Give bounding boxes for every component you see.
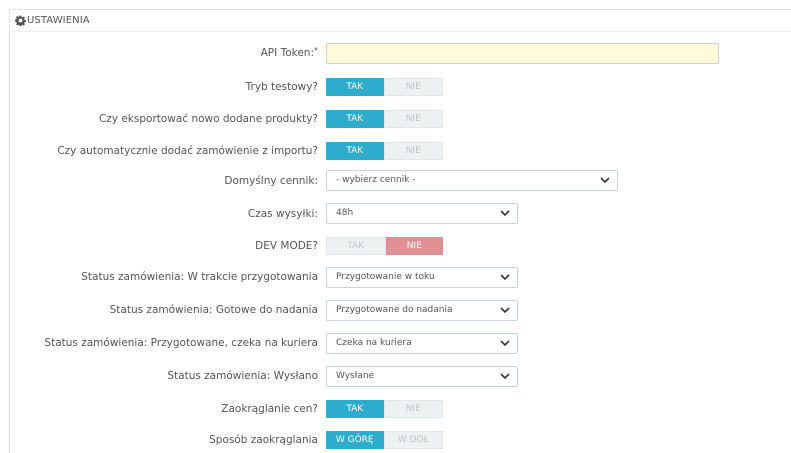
- sposob-up[interactable]: W GÓRĘ: [326, 431, 384, 449]
- status-wyslano-value: Wysłane: [336, 371, 375, 381]
- zaokraglanie-label: Zaokrąglanie cen?: [221, 403, 318, 415]
- tryb-testowy-no[interactable]: NIE: [383, 78, 443, 96]
- panel-heading: USTAWIENIA: [10, 10, 791, 32]
- sposob-toggle: W GÓRĘ W DÓŁ: [326, 431, 443, 449]
- zaokraglanie-toggle: TAK NIE: [326, 400, 443, 418]
- cennik-value: - wybierz cennik -: [336, 175, 416, 185]
- chevron-down-icon: [500, 210, 510, 217]
- status-gotowe-select[interactable]: Przygotowane do nadania: [326, 300, 518, 321]
- auto-import-yes[interactable]: TAK: [326, 142, 384, 160]
- eksport-label: Czy eksportować nowo dodane produkty?: [98, 113, 318, 125]
- api-token-input[interactable]: [326, 43, 719, 64]
- cennik-label: Domyślny cennik:: [224, 175, 318, 187]
- czas-wysylki-select[interactable]: 48h: [326, 203, 518, 224]
- czas-wysylki-label: Czas wysyłki:: [247, 208, 318, 220]
- dev-mode-yes[interactable]: TAK: [326, 237, 386, 255]
- status-w-trakcie-value: Przygotowanie w toku: [336, 272, 435, 282]
- status-w-trakcie-select[interactable]: Przygotowanie w toku: [326, 267, 518, 288]
- auto-import-label: Czy automatycznie dodać zamówienie z imp…: [57, 145, 318, 157]
- sposob-down[interactable]: W DÓŁ: [383, 431, 443, 449]
- zaokraglanie-yes[interactable]: TAK: [326, 400, 384, 418]
- dev-mode-label: DEV MODE?: [255, 240, 318, 252]
- sposob-label: Sposób zaokrąglania: [209, 434, 318, 446]
- tryb-testowy-toggle: TAK NIE: [326, 78, 443, 96]
- auto-import-toggle: TAK NIE: [326, 142, 443, 160]
- tryb-testowy-label: Tryb testowy?: [245, 81, 318, 93]
- dev-mode-no[interactable]: NIE: [385, 237, 443, 255]
- chevron-down-icon: [500, 373, 510, 380]
- status-gotowe-label: Status zamówienia: Gotowe do nadania: [109, 304, 318, 316]
- eksport-toggle: TAK NIE: [326, 110, 443, 128]
- chevron-down-icon: [500, 274, 510, 281]
- czas-wysylki-value: 48h: [336, 208, 354, 218]
- eksport-no[interactable]: NIE: [383, 110, 443, 128]
- dev-mode-toggle: TAK NIE: [326, 237, 443, 255]
- status-gotowe-value: Przygotowane do nadania: [336, 305, 453, 315]
- tryb-testowy-yes[interactable]: TAK: [326, 78, 384, 96]
- status-wyslano-label: Status zamówienia: Wysłano: [167, 370, 318, 382]
- chevron-down-icon: [500, 340, 510, 347]
- panel-title: USTAWIENIA: [27, 15, 90, 26]
- status-wyslano-select[interactable]: Wysłane: [326, 366, 518, 387]
- status-czeka-value: Czeka na kuriera: [336, 338, 412, 348]
- auto-import-no[interactable]: NIE: [383, 142, 443, 160]
- status-w-trakcie-label: Status zamówienia: W trakcie przygotowan…: [81, 271, 318, 283]
- cennik-select[interactable]: - wybierz cennik -: [326, 170, 618, 191]
- chevron-down-icon: [500, 307, 510, 314]
- status-czeka-label: Status zamówienia: Przygotowane, czeka n…: [44, 337, 318, 349]
- status-czeka-select[interactable]: Czeka na kuriera: [326, 333, 518, 354]
- chevron-down-icon: [600, 177, 610, 184]
- zaokraglanie-no[interactable]: NIE: [383, 400, 443, 418]
- eksport-yes[interactable]: TAK: [326, 110, 384, 128]
- api-token-label: API Token:*: [260, 46, 318, 59]
- gear-icon: [15, 15, 26, 26]
- required-mark: *: [314, 46, 318, 55]
